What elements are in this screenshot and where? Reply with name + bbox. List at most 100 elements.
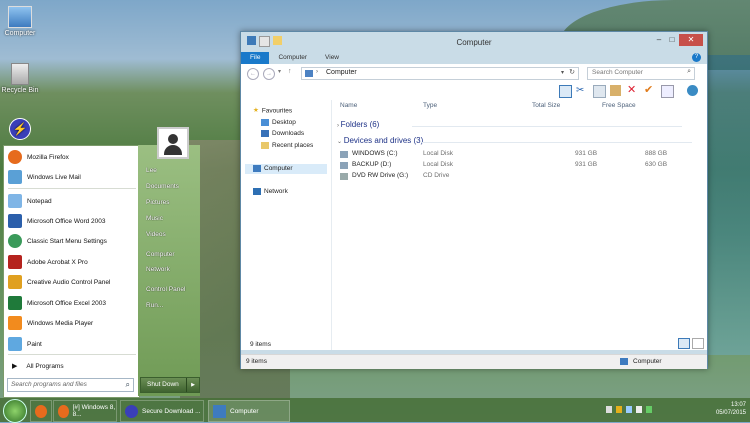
forward-button[interactable]: → xyxy=(263,68,275,80)
start-place-videos[interactable]: Videos xyxy=(146,231,166,238)
desktop-icon-label: Recycle Bin xyxy=(1,87,39,94)
delete-icon[interactable]: ✕ xyxy=(627,85,638,96)
start-place-network[interactable]: Network xyxy=(146,266,170,273)
nav-favourites[interactable]: ★ Favourites xyxy=(253,106,292,116)
start-search-input[interactable]: Search programs and files ⌕ xyxy=(7,378,134,392)
start-place-user[interactable]: Lee xyxy=(146,167,157,174)
email-icon[interactable] xyxy=(661,85,674,98)
nav-network[interactable]: Network xyxy=(253,187,288,197)
title-bar[interactable]: Computer – □ ✕ xyxy=(241,32,707,52)
tab-computer[interactable]: Computer xyxy=(269,52,316,64)
start-item-word[interactable]: Microsoft Office Word 2003 xyxy=(8,212,106,230)
mail-icon xyxy=(8,170,22,184)
start-item-media-player[interactable]: Windows Media Player xyxy=(8,314,93,332)
word-icon xyxy=(8,214,22,228)
details-view-icon[interactable] xyxy=(678,338,690,349)
search-icon: ⌕ xyxy=(687,68,691,75)
clock-date: 05/07/2015 xyxy=(715,410,746,416)
taskbar-button-computer[interactable]: Computer xyxy=(208,400,290,422)
star-icon: ★ xyxy=(253,107,259,114)
avatar[interactable] xyxy=(157,127,189,159)
start-item-paint[interactable]: Paint xyxy=(8,335,42,353)
paint-icon xyxy=(8,337,22,351)
dvd-drive-icon xyxy=(340,173,348,180)
nav-item-downloads[interactable]: Downloads xyxy=(261,129,304,139)
nav-item-desktop[interactable]: Desktop xyxy=(261,118,296,128)
start-place-pictures[interactable]: Pictures xyxy=(146,199,169,206)
desktop-icon xyxy=(261,118,269,126)
start-item-excel[interactable]: Microsoft Office Excel 2003 xyxy=(8,294,106,312)
start-place-computer[interactable]: Computer xyxy=(146,251,175,258)
explorer-window[interactable]: Computer – □ ✕ File Computer View ? ← → … xyxy=(240,31,708,369)
breadcrumb-chevron-icon[interactable]: › xyxy=(316,69,318,75)
check-icon[interactable]: ✔ xyxy=(644,85,655,96)
large-icons-view-icon[interactable] xyxy=(692,338,704,349)
start-menu-places: Lee Documents Pictures Music Videos Comp… xyxy=(138,145,200,396)
start-button[interactable] xyxy=(3,399,27,423)
start-item-creative-audio[interactable]: Creative Audio Control Panel xyxy=(8,273,110,291)
acrobat-icon xyxy=(8,255,22,269)
flag-icon[interactable] xyxy=(606,406,612,413)
recent-locations-chevron-icon[interactable]: ▾ xyxy=(278,68,281,75)
nav-item-recent-places[interactable]: Recent places xyxy=(261,141,313,151)
classic-start-icon xyxy=(8,234,22,248)
cut-icon[interactable]: ✂ xyxy=(576,85,587,96)
start-place-run[interactable]: Run... xyxy=(146,302,163,309)
close-button[interactable]: ✕ xyxy=(679,34,703,46)
drive-icon xyxy=(340,162,348,169)
tab-view[interactable]: View xyxy=(316,52,348,64)
minimize-button[interactable]: – xyxy=(653,34,665,46)
start-place-control-panel[interactable]: Control Panel xyxy=(146,286,185,293)
address-path: Computer xyxy=(326,69,357,76)
battery-icon[interactable] xyxy=(646,406,652,413)
start-item-classic-start-settings[interactable]: Classic Start Menu Settings xyxy=(8,232,107,250)
nav-computer[interactable]: Computer xyxy=(245,164,327,174)
clock[interactable]: 13:07 05/07/2015 xyxy=(716,401,746,417)
start-place-music[interactable]: Music xyxy=(146,215,163,222)
computer-icon xyxy=(305,70,313,77)
start-place-documents[interactable]: Documents xyxy=(146,183,179,190)
paste-icon[interactable] xyxy=(610,85,621,96)
copy-icon[interactable] xyxy=(593,85,606,98)
group-devices-and-drives[interactable]: ⌄ Devices and drives (3) xyxy=(337,136,423,145)
start-item-acrobat[interactable]: Adobe Acrobat X Pro xyxy=(8,253,88,271)
address-dropdown-icon[interactable]: ▾ xyxy=(561,69,564,76)
start-item-firefox[interactable]: Mozilla Firefox xyxy=(8,148,69,166)
column-header-total-size[interactable]: Total Size xyxy=(532,102,560,109)
layout-icon[interactable] xyxy=(559,85,572,98)
all-programs-button[interactable]: ▶ All Programs xyxy=(8,357,64,375)
start-item-windows-live-mail[interactable]: Windows Live Mail xyxy=(8,168,81,186)
back-button[interactable]: ← xyxy=(247,68,259,80)
maximize-button[interactable]: □ xyxy=(666,34,678,46)
globe-icon[interactable] xyxy=(687,85,698,96)
tab-file[interactable]: File xyxy=(241,52,270,64)
address-bar[interactable]: › Computer ▾ ↻ xyxy=(301,67,579,80)
taskbar-button-secure-download[interactable]: Secure Download ... xyxy=(120,400,204,422)
taskbar-pinned-firefox[interactable] xyxy=(30,400,52,422)
search-input[interactable]: Search Computer ⌕ xyxy=(587,67,695,80)
group-folders[interactable]: › Folders (6) xyxy=(337,120,379,129)
column-header-free-space[interactable]: Free Space xyxy=(602,102,636,109)
column-header-type[interactable]: Type xyxy=(423,102,437,109)
refresh-icon[interactable]: ↻ xyxy=(569,68,575,76)
desktop-icon-recycle-bin[interactable]: Recycle Bin xyxy=(0,63,40,94)
notepad-icon xyxy=(8,194,22,208)
user-head xyxy=(168,134,178,144)
clock-time: 13:07 xyxy=(730,402,746,408)
volume-icon[interactable] xyxy=(636,406,642,413)
shutdown-button[interactable]: Shut Down ▶ xyxy=(140,377,200,393)
start-search-placeholder: Search programs and files xyxy=(11,381,87,388)
search-placeholder: Search Computer xyxy=(592,69,643,76)
desktop-icon-computer[interactable]: Computer xyxy=(0,6,40,37)
taskbar-button-windows-forum[interactable]: [#] Windows 8, 8... xyxy=(53,400,117,422)
column-header-name[interactable]: Name xyxy=(340,102,357,109)
up-button[interactable]: ↑ xyxy=(288,68,292,75)
start-item-notepad[interactable]: Notepad xyxy=(8,192,52,210)
shutdown-options-icon[interactable]: ▶ xyxy=(186,378,199,392)
help-icon[interactable]: ? xyxy=(692,53,701,62)
desktop-icon-secure-download[interactable]: ⚡ xyxy=(0,118,40,142)
network-icon[interactable] xyxy=(626,406,632,413)
desktop-icon-label: Computer xyxy=(4,30,36,37)
shield-icon[interactable] xyxy=(616,406,622,413)
chevron-right-icon: ▶ xyxy=(12,363,18,370)
